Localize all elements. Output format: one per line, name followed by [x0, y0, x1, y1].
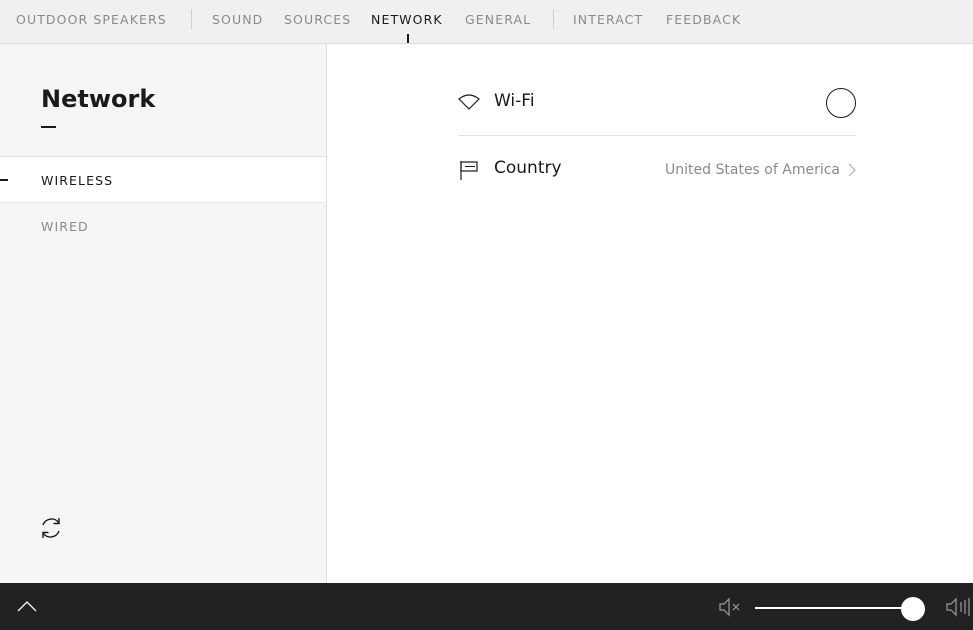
refresh-icon[interactable] [38, 515, 64, 541]
sidebar-item-wireless[interactable]: WIRELESS [0, 156, 326, 203]
wifi-toggle[interactable] [826, 88, 856, 118]
nav-divider [191, 9, 192, 29]
title-underline [41, 126, 56, 128]
active-item-indicator [0, 179, 8, 181]
nav-divider [553, 9, 554, 29]
tab-sound[interactable]: SOUND [212, 12, 263, 27]
mute-icon[interactable] [718, 597, 742, 617]
sidebar-item-label: WIRED [41, 219, 89, 234]
volume-max-icon[interactable] [945, 597, 971, 617]
settings-panel: Wi-Fi Country United States of America [328, 44, 973, 583]
tab-feedback[interactable]: FEEDBACK [666, 12, 741, 27]
sidebar-item-label: WIRELESS [41, 173, 114, 188]
tab-interact[interactable]: INTERACT [573, 12, 643, 27]
active-tab-indicator [407, 34, 409, 43]
device-name-link[interactable]: OUTDOOR SPEAKERS [16, 12, 167, 27]
chevron-right-icon [848, 163, 856, 177]
sidebar-nav: WIRELESS WIRED [0, 156, 326, 250]
country-label: Country [494, 158, 562, 178]
tab-general[interactable]: GENERAL [465, 12, 531, 27]
sidebar-item-wired[interactable]: WIRED [0, 203, 326, 250]
wifi-label: Wi-Fi [494, 91, 535, 111]
wifi-row: Wi-Fi [458, 70, 856, 136]
chevron-up-icon[interactable] [16, 599, 38, 613]
volume-slider-handle[interactable] [900, 597, 925, 621]
tab-network[interactable]: NETWORK [371, 12, 443, 27]
wifi-icon [458, 94, 480, 110]
flag-icon [460, 161, 478, 180]
top-nav: OUTDOOR SPEAKERS SOUND SOURCES NETWORK G… [0, 0, 973, 44]
country-row[interactable]: Country United States of America [458, 137, 856, 203]
country-value: United States of America [665, 162, 840, 178]
volume-slider-track[interactable] [755, 607, 921, 609]
tab-sources[interactable]: SOURCES [284, 12, 351, 27]
player-bar [0, 583, 973, 630]
page-title: Network [41, 85, 156, 113]
sidebar: Network WIRELESS WIRED [0, 44, 327, 583]
